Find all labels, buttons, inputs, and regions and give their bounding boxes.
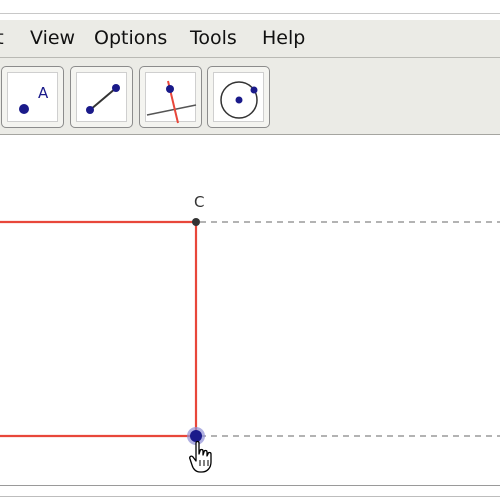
menu-options[interactable]: Options — [94, 20, 167, 57]
point-tool-button[interactable]: A — [1, 66, 64, 128]
circle-tool-button[interactable] — [207, 66, 270, 128]
geogebra-window: it View Options Tools Help A — [0, 0, 500, 500]
menu-edit[interactable]: it — [0, 20, 4, 57]
graphics-view-bottom-border — [0, 485, 500, 486]
perpendicular-line-icon — [146, 80, 197, 124]
window-bottom-border — [0, 496, 500, 497]
point-tool-glyph: A — [38, 84, 49, 102]
point-c[interactable] — [192, 218, 200, 226]
hand-pointer-icon — [189, 440, 212, 473]
point-icon: A — [19, 84, 49, 114]
graphics-view[interactable]: C — [0, 135, 500, 485]
menu-view[interactable]: View — [30, 20, 75, 57]
toolbar: A — [0, 58, 500, 135]
menu-help[interactable]: Help — [262, 20, 305, 57]
perpendicular-line-tool-button[interactable] — [139, 66, 202, 128]
circle-icon — [220, 81, 258, 119]
window-top-border — [0, 13, 500, 14]
point-c-label: C — [194, 193, 204, 211]
segment-tool-button[interactable] — [70, 66, 133, 128]
selected-point[interactable] — [190, 430, 202, 442]
segment-icon — [86, 84, 120, 114]
menu-bar: it View Options Tools Help — [0, 20, 500, 58]
rectangle-polygon[interactable] — [0, 220, 198, 438]
menu-tools[interactable]: Tools — [190, 20, 237, 57]
